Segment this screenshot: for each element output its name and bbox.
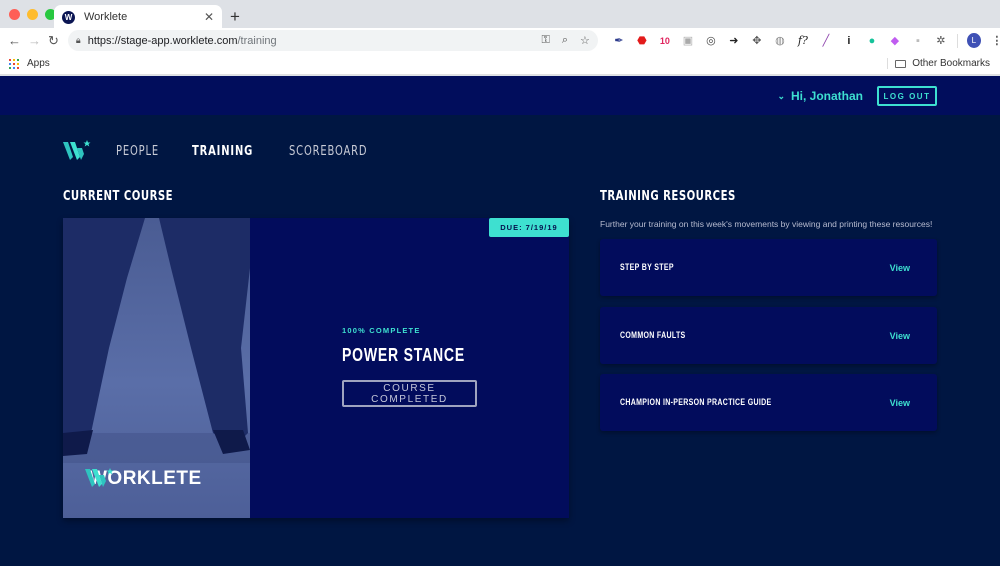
resource-view-link[interactable]: View [890,331,910,341]
circle-extension-icon[interactable]: ◎ [704,34,718,47]
user-greeting: Hi, Jonathan [790,89,863,103]
browser-toolbar: ← → ↻ 🔒︎ https://stage-app.worklete.com/… [0,28,1000,53]
resource-card-common-faults: COMMON FAULTS View [600,307,937,364]
settings-extension-icon[interactable]: ✲ [934,34,948,47]
paint-extension-icon[interactable]: ◆ [888,34,902,47]
worklete-brand-icon [85,468,114,487]
training-resources-heading: TRAINING RESOURCES [600,189,736,204]
pen-extension-icon[interactable]: ╱ [819,34,833,47]
url-text[interactable]: https://stage-app.worklete.com/training [88,35,542,47]
url-path: /training [237,34,277,47]
resource-card-step-by-step: STEP BY STEP View [600,239,937,296]
camera-extension-icon[interactable]: ▪ [911,35,925,47]
resource-title: CHAMPION IN-PERSON PRACTICE GUIDE [620,397,772,407]
chevron-down-icon: ⌄ [777,90,785,101]
key-icon[interactable]: ⚿ [541,34,549,47]
close-tab-icon[interactable]: ✕ [204,10,214,24]
course-progress-label: 100% COMPLETE [342,326,421,335]
gray-extension-icon[interactable]: ▣ [681,34,695,47]
reload-icon[interactable]: ↻ [48,33,59,49]
eyedropper-extension-icon[interactable]: ✒ [612,34,626,47]
lock-icon: 🔒︎ [75,35,81,45]
worklete-logo-icon[interactable] [63,140,91,162]
new-tab-icon[interactable]: + [230,7,240,27]
current-course-heading: CURRENT COURSE [63,189,174,204]
resource-title: STEP BY STEP [620,262,674,272]
course-info: 100% COMPLETE POWER STANCE COURSE COMPLE… [342,326,500,407]
nav-people[interactable]: PEOPLE [116,144,159,159]
adblock-extension-icon[interactable]: ⬣ [635,34,649,47]
bookmarks-bar: Apps Other Bookmarks [0,53,1000,75]
menu-kebab-icon[interactable]: ⋮ [990,34,1000,47]
back-icon[interactable]: ← [8,33,21,48]
arrow-extension-icon[interactable]: ➜ [727,34,741,47]
browser-tabstrip: W Worklete ✕ + [0,0,1000,29]
nav-training[interactable]: TRAINING [192,144,253,159]
course-title: POWER STANCE [342,345,465,365]
minimize-window-button[interactable] [27,9,38,20]
profile-avatar[interactable]: L [966,33,981,48]
folder-icon [895,59,907,68]
notification-extension-icon[interactable]: 10 [658,36,672,46]
resource-title: COMMON FAULTS [620,330,686,340]
resource-view-link[interactable]: View [890,398,910,408]
other-bookmarks-label: Other Bookmarks [912,58,990,69]
resource-card-practice-guide: CHAMPION IN-PERSON PRACTICE GUIDE View [600,374,937,431]
worklete-favicon-icon: W [62,10,75,24]
main-nav: PEOPLE TRAINING SCOREBOARD [63,140,406,162]
resources-description: Further your training on this week's mov… [600,219,933,229]
function-extension-icon[interactable]: f? [796,34,810,47]
nav-scoreboard[interactable]: SCOREBOARD [289,144,367,159]
app-page: ⌄ Hi, Jonathan LOG OUT PEOPLE TRAINING S… [0,76,1000,566]
zoom-icon[interactable]: ⌕ [562,34,568,47]
close-window-button[interactable] [9,9,20,20]
tab-title: Worklete [84,11,128,23]
current-course-card: WORKLETE DUE: 7/19/19 100% COMPLETE POWE… [63,218,569,518]
logout-button[interactable]: LOG OUT [877,86,937,106]
star-icon[interactable]: ☆ [580,34,590,47]
course-image-brand: WORKLETE [85,468,202,490]
power-extension-icon[interactable]: ◍ [773,34,787,47]
toolbar-divider [956,33,958,48]
apps-grid-icon[interactable] [9,58,19,69]
course-completed-button[interactable]: COURSE COMPLETED [342,380,477,407]
info-extension-icon[interactable]: i [842,35,856,47]
forward-icon[interactable]: → [28,33,41,48]
user-menu[interactable]: ⌄ Hi, Jonathan [777,89,863,103]
apps-bookmark[interactable]: Apps [27,58,50,69]
course-image: WORKLETE [63,218,250,518]
due-date-badge: DUE: 7/19/19 [489,218,569,237]
resource-view-link[interactable]: View [890,263,910,273]
window-controls [9,9,56,20]
top-bar: ⌄ Hi, Jonathan LOG OUT [0,76,1000,115]
extensions-bar: ✒ ⬣ 10 ▣ ◎ ➜ ✥ ◍ f? ╱ i ● ◆ ▪ ✲ L ⋮ [612,33,1000,48]
other-bookmarks[interactable]: Other Bookmarks [887,58,990,69]
address-bar[interactable]: 🔒︎ https://stage-app.worklete.com/traini… [67,30,598,51]
grammarly-extension-icon[interactable]: ● [865,35,879,47]
browser-tab[interactable]: W Worklete ✕ [54,5,222,29]
move-extension-icon[interactable]: ✥ [750,34,764,47]
url-host: https://stage-app.worklete.com [87,34,238,47]
